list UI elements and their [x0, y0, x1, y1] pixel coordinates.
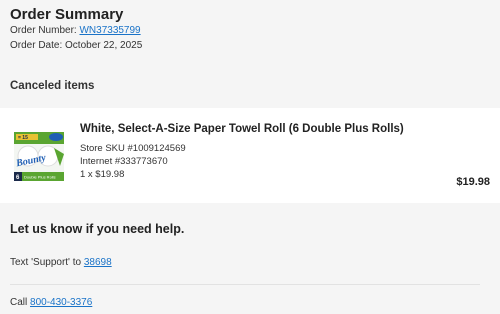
text-support-number-link[interactable]: 38698	[84, 257, 112, 268]
call-row: Call 800-430-3376	[10, 297, 92, 308]
canceled-items-heading: Canceled items	[10, 80, 95, 92]
order-number-label: Order Number:	[10, 25, 80, 36]
help-divider	[10, 284, 480, 285]
product-promo-text: = 15	[18, 135, 28, 141]
item-title[interactable]: White, Select-A-Size Paper Towel Roll (6…	[80, 122, 430, 136]
order-number-link[interactable]: WN37335799	[79, 25, 140, 36]
store-sku: Store SKU #1009124569	[80, 143, 186, 154]
order-number-row: Order Number: WN37335799	[10, 23, 490, 38]
item-info: White, Select-A-Size Paper Towel Roll (6…	[80, 122, 430, 181]
text-support-row: Text 'Support' to 38698	[10, 257, 112, 268]
order-date: Order Date: October 22, 2025	[10, 40, 143, 51]
product-image[interactable]: = 15 Bounty 6 Double Plus Rolls	[8, 126, 72, 188]
call-label: Call	[10, 297, 31, 308]
text-support-label: Text 'Support' to	[10, 257, 84, 268]
item-total-price: $19.98	[456, 176, 490, 188]
order-summary-title: Order Summary	[10, 6, 124, 23]
internet-id: Internet #333773670	[80, 156, 168, 167]
item-quantity-price: 1 x $19.98	[80, 169, 125, 180]
product-pack-text: Double Plus Rolls	[24, 175, 56, 180]
phone-number-link[interactable]: 800-430-3376	[30, 297, 92, 308]
canceled-item-card: = 15 Bounty 6 Double Plus Rolls White, S…	[0, 108, 500, 203]
help-heading: Let us know if you need help.	[10, 222, 185, 236]
order-summary: Order Summary Order Number: WN37335799 O…	[10, 6, 490, 53]
